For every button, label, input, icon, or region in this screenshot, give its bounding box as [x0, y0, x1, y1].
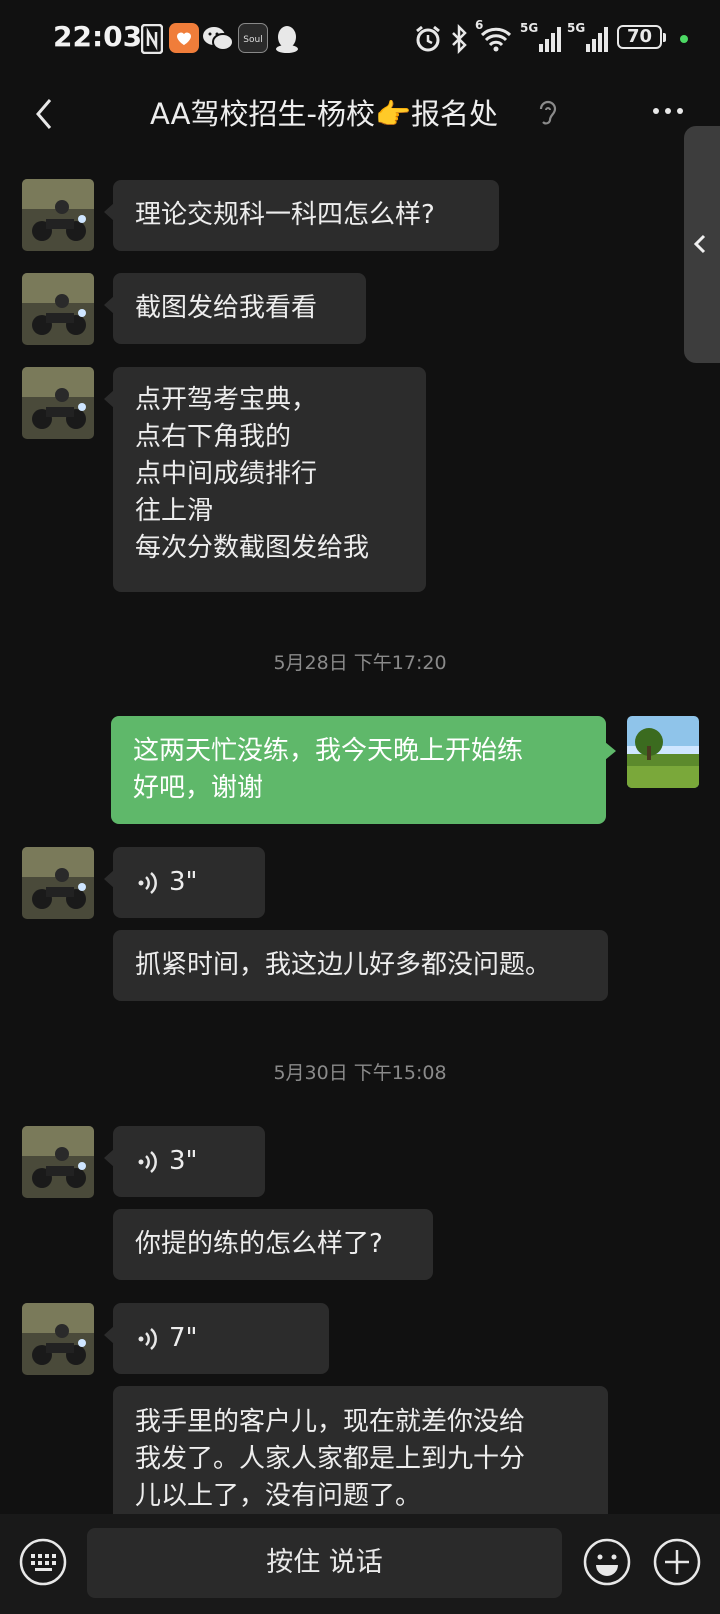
- voice-duration: 3": [169, 1146, 198, 1176]
- hold-to-talk-button[interactable]: 按住 说话: [87, 1528, 562, 1598]
- wechat-icon: [203, 27, 234, 51]
- wifi-icon: [480, 27, 512, 52]
- alarm-icon: [416, 25, 440, 52]
- message-bubble[interactable]: 点开驾考宝典， 点右下角我的 点中间成绩排行 往上滑 每次分数截图发给我: [104, 367, 426, 592]
- status-bar: 22:03 Soul 6 5G 5G 70: [0, 0, 720, 78]
- side-expand-tab[interactable]: [684, 126, 720, 363]
- chat-header: AA驾校招生-杨校👉报名处: [0, 78, 720, 148]
- timestamp: 5月28日 下午17:20: [273, 652, 447, 674]
- avatar[interactable]: [22, 367, 94, 439]
- more-icon[interactable]: [648, 96, 688, 126]
- voice-message[interactable]: 7": [104, 1303, 329, 1374]
- back-icon[interactable]: [26, 94, 66, 134]
- avatar[interactable]: [22, 1126, 94, 1198]
- message-bubble[interactable]: 理论交规科一科四怎么样?: [104, 180, 499, 251]
- svg-text:Soul: Soul: [243, 35, 262, 45]
- input-bar: 按住 说话: [0, 1514, 720, 1614]
- message-bubble[interactable]: 截图发给我看看: [104, 273, 366, 344]
- avatar-self[interactable]: [627, 716, 699, 788]
- soul-app-icon: Soul: [238, 23, 268, 53]
- keyboard-icon[interactable]: [18, 1537, 68, 1587]
- status-time: 22:03: [53, 20, 143, 53]
- avatar[interactable]: [22, 1303, 94, 1375]
- bluetooth-icon: [452, 24, 467, 54]
- voice-icon: [138, 871, 157, 894]
- battery-indicator: 70: [617, 25, 666, 49]
- plus-icon[interactable]: [652, 1537, 702, 1587]
- avatar[interactable]: [22, 273, 94, 345]
- app-notification-icon: [169, 23, 199, 53]
- voice-icon: [138, 1327, 157, 1350]
- voice-message[interactable]: 3": [104, 1126, 265, 1197]
- avatar[interactable]: [22, 179, 94, 251]
- ear-icon: [539, 100, 557, 125]
- expand-icon: [693, 234, 706, 254]
- emoji-icon[interactable]: [582, 1537, 632, 1587]
- message-bubble-self[interactable]: 这两天忙没练，我今天晚上开始练 好吧，谢谢: [111, 716, 616, 824]
- message-bubble[interactable]: 你提的练的怎么样了?: [113, 1209, 433, 1280]
- signal-icon-2: [586, 27, 608, 52]
- net1-label: 5G: [520, 21, 539, 35]
- nfc-icon: [141, 24, 163, 54]
- net2-label: 5G: [567, 21, 586, 35]
- voice-message[interactable]: 3": [104, 847, 265, 918]
- chat-title: AA驾校招生-杨校👉报名处: [150, 97, 499, 131]
- voice-icon: [138, 1150, 157, 1173]
- message-bubble[interactable]: 抓紧时间，我这边儿好多都没问题。: [113, 930, 608, 1001]
- timestamp: 5月30日 下午15:08: [273, 1062, 447, 1084]
- avatar[interactable]: [22, 847, 94, 919]
- voice-duration: 7": [169, 1323, 198, 1353]
- qq-icon: [276, 26, 298, 53]
- signal-icon: [539, 27, 561, 52]
- voice-duration: 3": [169, 867, 198, 897]
- privacy-dot: [680, 35, 688, 43]
